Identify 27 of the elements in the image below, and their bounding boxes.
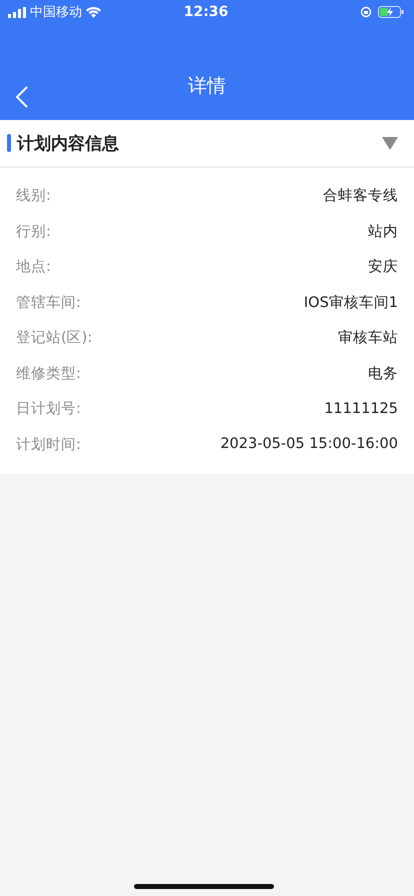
field-label: 日计划号: — [16, 400, 81, 418]
back-icon[interactable] — [16, 86, 28, 108]
accent-bar — [7, 134, 11, 152]
signal-icon — [8, 6, 26, 18]
field-value: 11111125 — [324, 400, 398, 417]
battery-icon — [378, 6, 404, 18]
field-label: 地点: — [16, 258, 51, 276]
field-label: 计划时间: — [16, 436, 81, 454]
field-value: 电务 — [368, 364, 398, 383]
section-title: 计划内容信息 — [17, 132, 120, 154]
field-label: 线别: — [16, 187, 51, 206]
status-time: 12:36 — [184, 4, 228, 20]
field-value: 安庆 — [368, 258, 398, 276]
field-value: IOS审核车间1 — [304, 294, 398, 312]
field-value: 合蚌客专线 — [323, 186, 398, 206]
rotation-lock-icon — [360, 6, 372, 18]
field-label: 管辖车间: — [16, 294, 81, 312]
field-label: 行别: — [16, 222, 51, 241]
dropdown-triangle-icon[interactable] — [382, 136, 398, 150]
field-label: 维修类型: — [16, 364, 81, 383]
field-value: 审核车站 — [338, 328, 398, 348]
field-label: 登记站(区): — [16, 329, 92, 348]
field-value: 站内 — [368, 222, 398, 241]
page-title: 详情 — [188, 74, 226, 99]
carrier-name: 中国移动 — [30, 4, 82, 21]
field-value: 2023-05-05 15:00-16:00 — [220, 436, 398, 452]
wifi-icon — [86, 6, 101, 18]
